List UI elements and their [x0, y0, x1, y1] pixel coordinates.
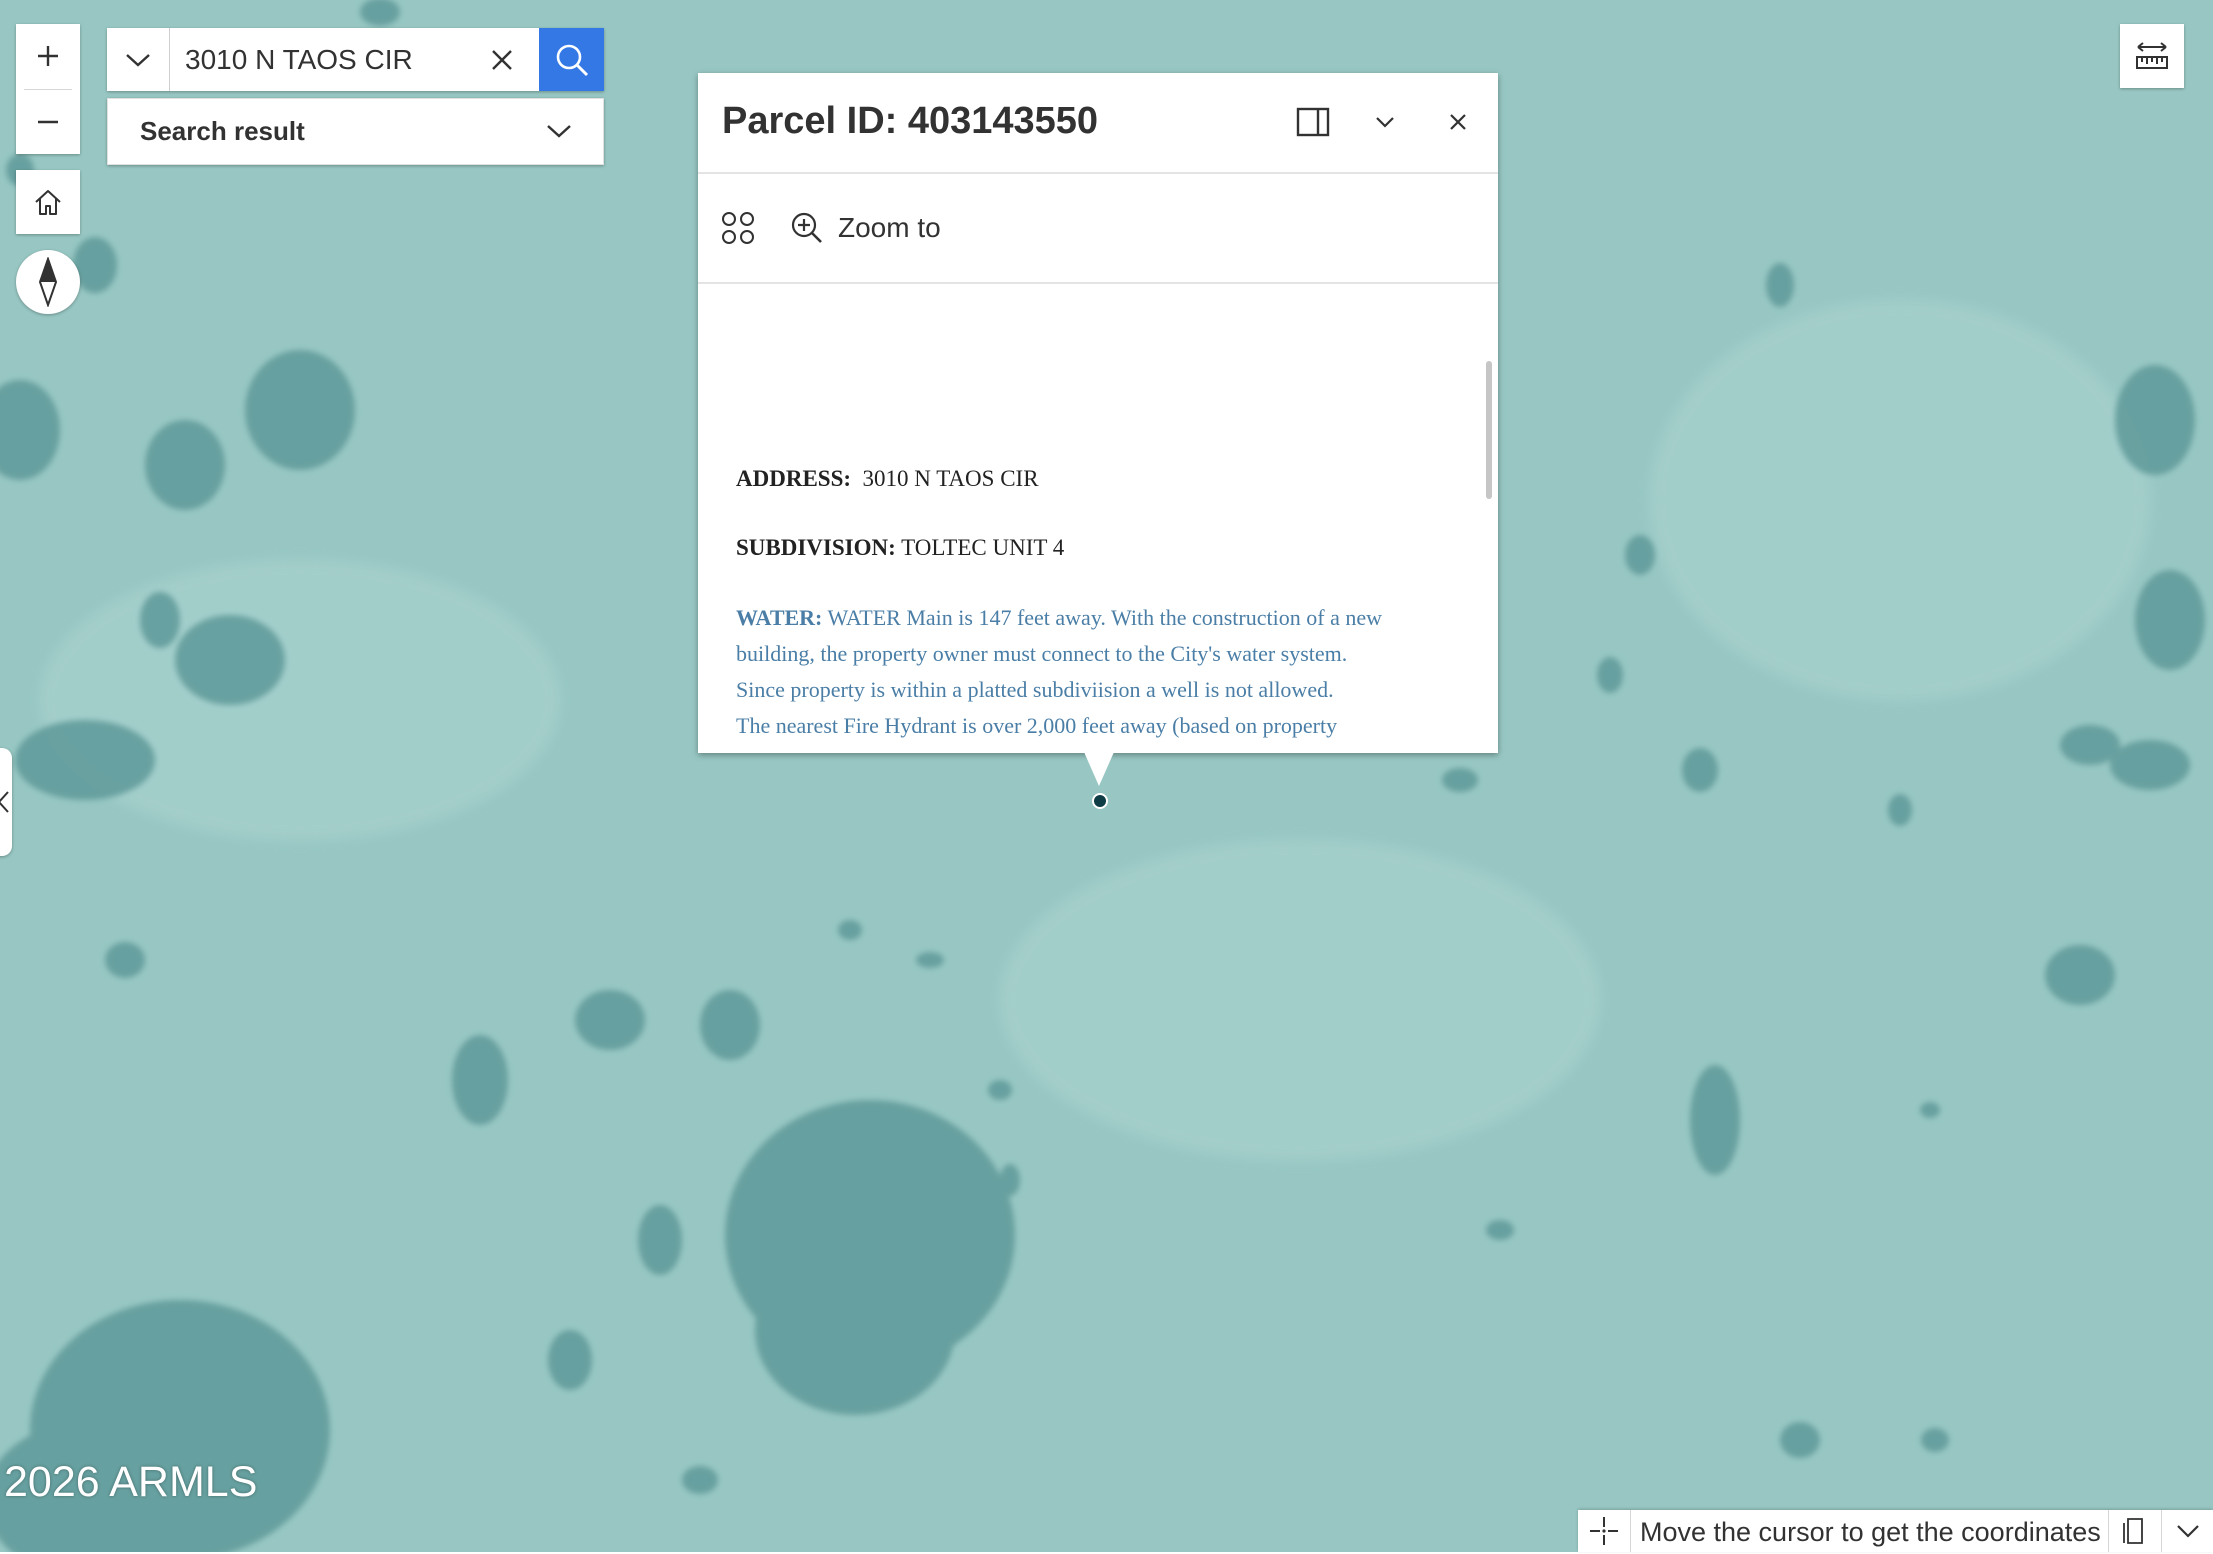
close-icon	[492, 49, 512, 70]
chevron-left-icon	[0, 791, 9, 813]
zoom-to-button[interactable]: Zoom to	[790, 198, 941, 258]
water-field: WATER: WATER Main is 147 feet away. With…	[736, 600, 1466, 753]
zoom-in-icon	[791, 212, 822, 243]
dock-icon	[1296, 107, 1330, 137]
coordinate-divider	[1630, 1510, 1631, 1552]
chevron-down-icon	[126, 53, 150, 67]
coordinate-capture-button[interactable]	[1578, 1510, 1630, 1552]
subdivision-value: TOLTEC UNIT 4	[901, 535, 1065, 560]
zoom-controls	[16, 24, 80, 154]
copyright-text: 2026 ARMLS	[4, 1458, 258, 1506]
coordinates-text: Move the cursor to get the coordinates	[1640, 1517, 2101, 1547]
clear-search-button[interactable]	[470, 28, 534, 91]
search-result-label: Search result	[140, 116, 305, 146]
search-input[interactable]: 3010 N TAOS CIR	[185, 28, 413, 91]
home-icon	[35, 190, 61, 215]
subdivision-label: SUBDIVISION:	[736, 535, 896, 560]
coordinate-bar: Move the cursor to get the coordinates	[1578, 1510, 2213, 1552]
search-source-button[interactable]	[107, 28, 170, 91]
coordinate-options-button[interactable]	[2162, 1510, 2213, 1552]
popup-actions: Zoom to	[698, 174, 1498, 284]
collapse-popup-button[interactable]	[1360, 97, 1410, 147]
water-line: building, the property owner must connec…	[736, 641, 1348, 666]
water-line: The nearest Fire Hydrant is over 2,000 f…	[736, 713, 1338, 738]
popup-content[interactable]: ADDRESS: 3010 N TAOS CIR SUBDIVISION: TO…	[698, 284, 1498, 753]
popup-scrollbar[interactable]	[1486, 361, 1492, 499]
more-options-icon	[722, 212, 754, 244]
measure-icon	[2136, 42, 2168, 69]
expand-panel-tab[interactable]	[0, 748, 12, 856]
popup-pointer	[1084, 752, 1114, 786]
address-field: ADDRESS: 3010 N TAOS CIR	[736, 466, 1039, 492]
search-button[interactable]	[539, 28, 604, 91]
water-label: WATER:	[736, 605, 823, 630]
search-result-dropdown[interactable]: Search result	[107, 98, 604, 165]
address-value: 3010 N TAOS CIR	[862, 466, 1039, 491]
search-icon	[556, 44, 588, 76]
popup-title: Parcel ID: 403143550	[722, 100, 1099, 142]
home-button[interactable]	[16, 170, 80, 234]
parcel-popup: Parcel ID: 403143550 Zoom to ADDRESS: 30…	[698, 73, 1498, 753]
copy-icon	[2123, 1518, 2143, 1544]
address-label: ADDRESS:	[736, 466, 852, 491]
zoom-in-button[interactable]	[16, 24, 80, 88]
zoom-to-label: Zoom to	[838, 212, 941, 243]
close-popup-button[interactable]	[1433, 97, 1483, 147]
water-line: Since property is within a platted subdi…	[736, 677, 1334, 702]
close-icon	[1450, 114, 1466, 130]
water-line: WATER Main is 147 feet away. With the co…	[827, 605, 1382, 630]
more-actions-button[interactable]	[714, 204, 762, 252]
copy-coordinates-button[interactable]	[2109, 1510, 2161, 1552]
minus-icon	[38, 120, 58, 124]
location-marker[interactable]	[1092, 793, 1108, 809]
popup-header: Parcel ID: 403143550	[698, 73, 1498, 174]
compass-button[interactable]	[16, 250, 80, 314]
measure-button[interactable]	[2120, 24, 2184, 88]
chevron-down-icon	[2176, 1525, 2199, 1538]
zoom-out-button[interactable]	[16, 90, 80, 154]
crosshair-icon	[1590, 1517, 1618, 1545]
chevron-down-icon	[1376, 117, 1394, 128]
dock-popup-button[interactable]	[1288, 97, 1338, 147]
subdivision-field: SUBDIVISION: TOLTEC UNIT 4	[736, 535, 1064, 561]
compass-icon	[38, 257, 58, 307]
plus-icon	[38, 46, 58, 66]
chevron-down-icon	[547, 125, 571, 138]
